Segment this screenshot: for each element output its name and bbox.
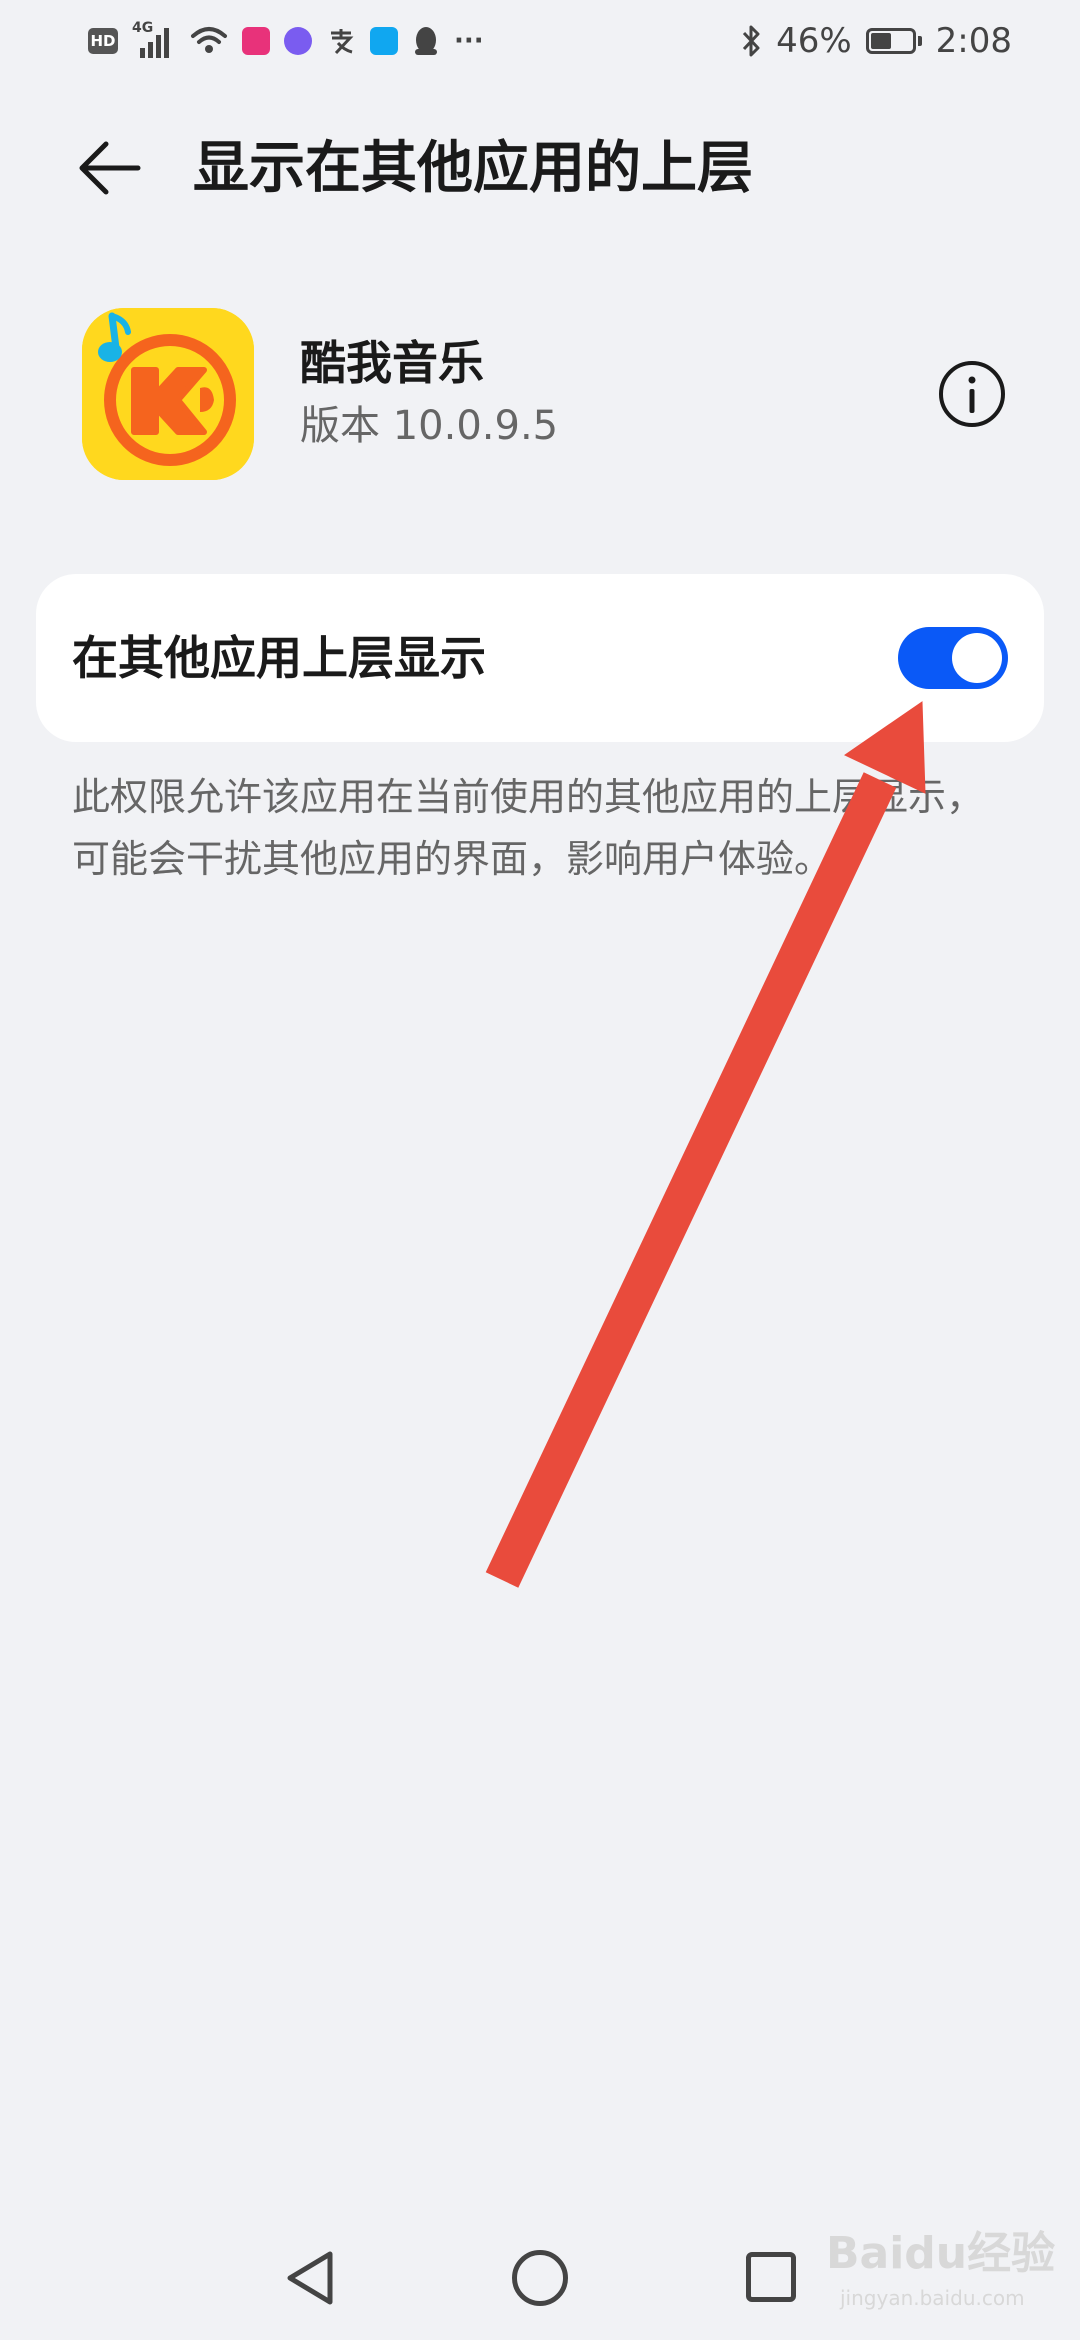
battery-icon — [865, 28, 922, 54]
qq-icon — [415, 27, 437, 55]
status-bar-left: HD 4G ··· — [88, 18, 484, 64]
overlay-permission-label: 在其他应用上层显示 — [72, 631, 486, 685]
overlay-permission-toggle[interactable] — [898, 627, 1008, 689]
more-notifications-icon: ··· — [454, 26, 484, 56]
app-info-button[interactable] — [936, 358, 1008, 430]
toggle-knob — [952, 633, 1002, 683]
info-icon — [939, 361, 1005, 427]
wifi-icon — [191, 27, 227, 53]
nav-home-button[interactable] — [512, 2250, 568, 2306]
watermark-url: jingyan.baidu.com — [840, 2286, 1025, 2310]
overlay-permission-card: 在其他应用上层显示 — [36, 574, 1044, 742]
alipay-icon — [331, 29, 354, 55]
nav-back-icon — [287, 2251, 333, 2305]
page-title: 显示在其他应用的上层 — [193, 136, 753, 201]
app-name: 酷我音乐 — [300, 336, 484, 390]
back-arrow-icon — [79, 141, 141, 195]
search-app-icon — [370, 27, 398, 55]
clock: 2:08 — [935, 21, 1012, 61]
watermark: Baidu经验 — [826, 2228, 1056, 2279]
nav-back-button[interactable] — [280, 2246, 344, 2310]
nav-recents-button[interactable] — [746, 2252, 796, 2302]
permission-description: 此权限允许该应用在当前使用的其他应用的上层显示，可能会干扰其他应用的界面，影响用… — [72, 775, 985, 881]
kuwo-music-icon — [82, 308, 254, 480]
app-version: 版本 10.0.9.5 — [300, 403, 559, 449]
notification-app-icon — [242, 27, 270, 55]
music-notification-icon — [284, 27, 312, 55]
hd-badge: HD — [88, 28, 118, 54]
status-bar-right: 46% 2:08 — [740, 18, 1012, 64]
battery-percent: 46% — [776, 21, 852, 61]
cellular-signal-icon: 4G — [132, 20, 176, 58]
bluetooth-icon — [742, 25, 760, 57]
back-button[interactable] — [70, 128, 150, 208]
status-bar: HD 4G ··· 46% 2:08 — [0, 0, 1080, 82]
